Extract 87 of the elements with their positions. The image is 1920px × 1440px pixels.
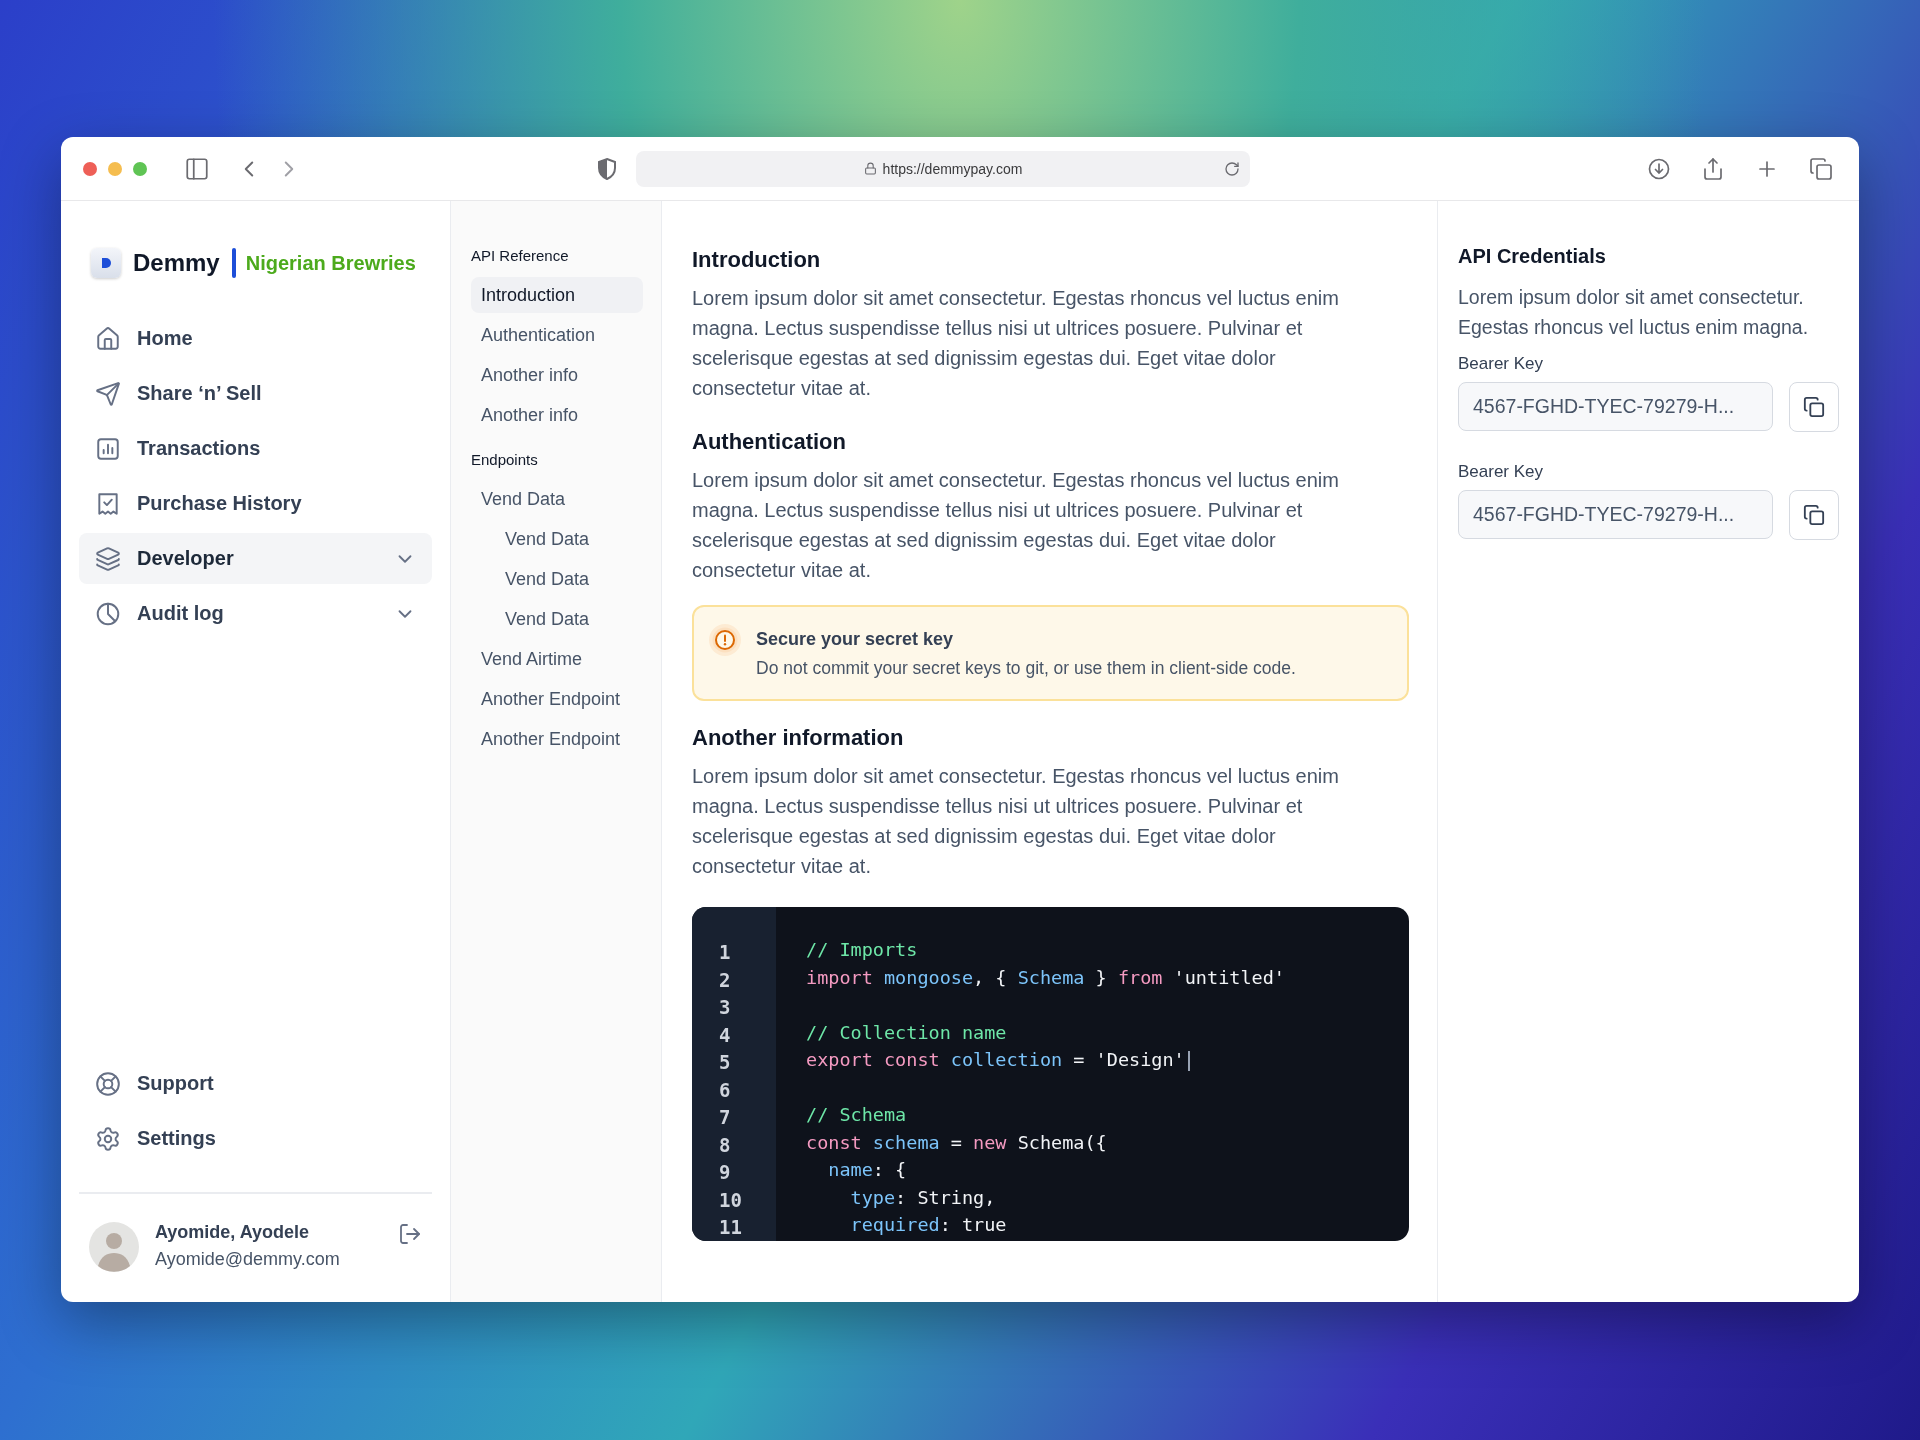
reload-icon[interactable] xyxy=(1224,160,1240,177)
address-bar[interactable]: https://demmypay.com xyxy=(636,150,1250,187)
receipt-check-icon xyxy=(95,490,121,517)
section-heading: Introduction xyxy=(692,247,822,273)
close-window-button[interactable] xyxy=(83,161,97,176)
share-icon[interactable] xyxy=(1701,156,1725,181)
line-number: 10 xyxy=(718,1187,743,1213)
line-number: 5 xyxy=(718,1050,732,1075)
nav-item[interactable]: Developer xyxy=(79,533,432,584)
doc-nav-link[interactable]: Vend Data xyxy=(471,521,643,557)
nav-item[interactable]: Share ‘n’ Sell xyxy=(79,368,432,419)
pie-chart-icon xyxy=(95,600,121,627)
doc-nav-link[interactable]: Another Endpoint xyxy=(471,721,643,757)
layers-icon xyxy=(95,545,121,572)
warning-icon xyxy=(708,623,742,657)
code-line: // Collection name xyxy=(806,1021,1008,1045)
doc-nav-link[interactable]: Introduction xyxy=(471,277,643,313)
line-number: 3 xyxy=(718,995,732,1020)
nav-item[interactable]: Audit log xyxy=(79,588,432,639)
field-label: Bearer Key xyxy=(1458,354,1545,374)
section-heading: Another information xyxy=(692,725,905,751)
line-number: 2 xyxy=(718,967,732,993)
doc-nav-link[interactable]: Authentication xyxy=(471,317,643,353)
sidebar-icon[interactable] xyxy=(184,155,210,182)
alert-title: Secure your secret key xyxy=(756,629,955,650)
section-paragraph: Lorem ipsum dolor sit amet consectetur. Egestas rhoncus vel luctus enim magna. Lectus suspendisse tellus nisi ut ultrices posuere. Pulvinar et scelerisque egestas at sed dignissim egestas dui. Eget vitae dolor consectetur vitae at. xyxy=(692,764,1340,879)
doc-nav-heading: Endpoints xyxy=(471,449,539,470)
copy-icon xyxy=(1803,396,1825,418)
doc-nav-heading: API Reference xyxy=(471,245,570,266)
line-number: 11 xyxy=(718,1215,743,1240)
line-number: 1 xyxy=(718,940,732,965)
doc-nav-link[interactable]: Vend Data xyxy=(471,561,643,597)
tabs-overview-icon[interactable] xyxy=(1809,156,1833,181)
doc-nav-link[interactable]: Another info xyxy=(471,397,643,433)
nav-item[interactable]: Purchase History xyxy=(79,478,432,529)
alert-message: Do not commit your secret keys to git, or use them in client-side code. xyxy=(756,658,1296,679)
user-name: Ayomide, Ayodele xyxy=(155,1222,311,1243)
code-line: type: String, xyxy=(849,1186,997,1210)
line-number: 4 xyxy=(718,1022,732,1048)
code-line: import mongoose, { Schema } from 'untitled' xyxy=(806,966,1285,990)
copy-button[interactable] xyxy=(1789,490,1839,540)
line-number: 7 xyxy=(718,1105,732,1130)
line-number: 6 xyxy=(718,1077,732,1103)
section-paragraph: Lorem ipsum dolor sit amet consectetur. Egestas rhoncus vel luctus enim magna. Lectus suspendisse tellus nisi ut ultrices posuere. Pulvinar et scelerisque egestas at sed dignissim egestas dui. Eget vitae dolor consectetur vitae at. xyxy=(692,468,1340,583)
line-number: 9 xyxy=(718,1160,732,1185)
code-line: name: { xyxy=(827,1159,908,1182)
line-number: 8 xyxy=(718,1132,732,1158)
key-field[interactable]: 4567-FGHD-TYEC-79279-H... xyxy=(1458,382,1773,431)
lock-icon xyxy=(863,162,877,175)
nav-item[interactable]: Home xyxy=(79,313,432,364)
code-line: const schema = new Schema({ xyxy=(806,1131,1108,1155)
panel-title: API Credentials xyxy=(1458,245,1607,268)
doc-nav-link[interactable]: Another info xyxy=(471,357,643,393)
download-icon[interactable] xyxy=(1647,156,1671,181)
brand-logo xyxy=(91,248,121,278)
doc-nav-link[interactable]: Vend Data xyxy=(471,481,643,517)
doc-nav-link[interactable]: Vend Data xyxy=(471,601,643,637)
shield-icon[interactable] xyxy=(596,156,618,181)
copy-button[interactable] xyxy=(1789,382,1839,432)
copy-icon xyxy=(1803,504,1825,526)
doc-nav-link[interactable]: Another Endpoint xyxy=(471,681,643,717)
code-line: // Imports xyxy=(806,939,919,962)
key-field[interactable]: 4567-FGHD-TYEC-79279-H... xyxy=(1458,490,1773,539)
field-label: Bearer Key xyxy=(1458,462,1545,482)
url-text: https://demmypay.com xyxy=(882,160,1023,177)
avatar-silhouette xyxy=(89,1222,139,1272)
settings-icon xyxy=(95,1125,121,1152)
section-heading: Authentication xyxy=(692,429,847,455)
life-buoy-icon xyxy=(95,1070,121,1097)
code-line: export const collection = 'Design' xyxy=(806,1049,1285,1077)
brand-divider xyxy=(231,248,236,278)
section-paragraph: Lorem ipsum dolor sit amet consectetur. Egestas rhoncus vel luctus enim magna. Lectus suspendisse tellus nisi ut ultrices posuere. Pulvinar et scelerisque egestas at sed dignissim egestas dui. Eget vitae dolor consectetur vitae at. xyxy=(692,286,1340,401)
brand-name: Demmy xyxy=(133,249,220,277)
logout-icon xyxy=(398,1222,422,1246)
nav-item[interactable]: Support xyxy=(79,1058,432,1109)
home-icon xyxy=(95,325,121,352)
paper-plane-icon xyxy=(95,380,121,407)
doc-nav-link[interactable]: Vend Airtime xyxy=(471,641,643,677)
nav-item[interactable]: Transactions xyxy=(79,423,432,474)
code-line: // Schema xyxy=(806,1104,908,1127)
panel-description: Lorem ipsum dolor sit amet consectetur. Egestas rhoncus vel luctus enim magna. xyxy=(1458,285,1810,340)
bar-chart-icon xyxy=(95,435,121,462)
logout-button[interactable] xyxy=(398,1222,422,1246)
nav-item[interactable]: Settings xyxy=(79,1113,432,1164)
user-email: Ayomide@demmy.com xyxy=(155,1249,341,1270)
workspace-name: Nigerian Brewries xyxy=(245,251,416,275)
code-line: required: true xyxy=(849,1214,1008,1237)
